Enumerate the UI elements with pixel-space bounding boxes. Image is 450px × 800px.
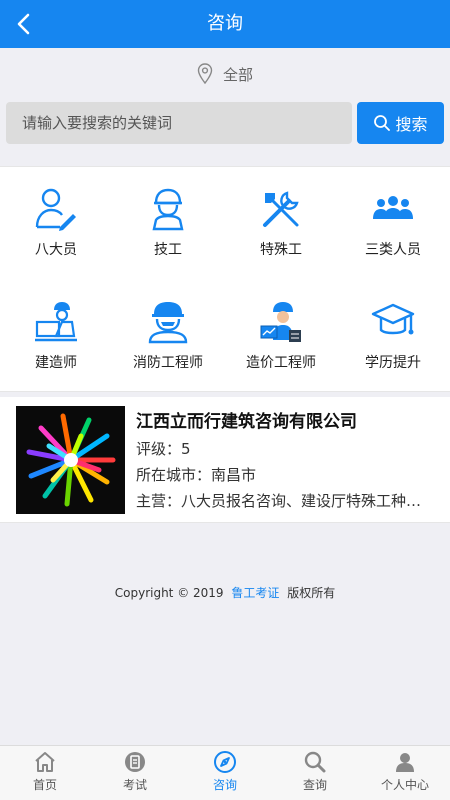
search-button-label: 搜索 xyxy=(395,115,428,134)
category-item[interactable]: 特殊工 xyxy=(225,167,337,267)
category-item[interactable]: 八大员 xyxy=(0,167,112,267)
company-business: 主营：八大员报名咨询、建设厅特殊工种… xyxy=(136,492,422,510)
company-card[interactable]: 江西立而行建筑咨询有限公司 评级：5 所在城市：南昌市 主营：八大员报名咨询、建… xyxy=(0,397,450,523)
copyright: Copyright © 2019 鲁工考证 版权所有 xyxy=(0,584,450,601)
tab-consult[interactable]: 咨询 xyxy=(180,746,270,800)
category-label: 造价工程师 xyxy=(246,355,316,371)
graduation-cap-icon xyxy=(371,303,415,335)
category-label: 建造师 xyxy=(35,355,77,371)
home-icon xyxy=(35,752,55,772)
category-label: 技工 xyxy=(154,242,182,258)
category-item[interactable]: 造价工程师 xyxy=(225,280,337,380)
person-pen-icon xyxy=(35,188,76,231)
builder-desk-icon xyxy=(35,302,77,342)
search-icon xyxy=(304,751,326,773)
compass-icon xyxy=(214,751,236,773)
category-label: 八大员 xyxy=(35,242,77,258)
location-label: 全部 xyxy=(222,65,253,84)
search-button[interactable]: 搜索 xyxy=(357,102,444,144)
cost-engineer-icon xyxy=(260,302,301,342)
category-item[interactable]: 三类人员 xyxy=(337,167,449,267)
group-icon xyxy=(373,196,413,219)
tab-label: 咨询 xyxy=(212,778,237,792)
tab-home[interactable]: 首页 xyxy=(0,746,90,800)
category-item[interactable]: 建造师 xyxy=(0,280,112,380)
category-label: 消防工程师 xyxy=(133,355,203,371)
category-label: 特殊工 xyxy=(260,242,302,258)
tab-label: 个人中心 xyxy=(380,778,429,792)
tab-profile[interactable]: 个人中心 xyxy=(360,746,450,800)
tab-query[interactable]: 查询 xyxy=(270,746,360,800)
category-item[interactable]: 技工 xyxy=(112,167,224,267)
page-title: 咨询 xyxy=(207,13,243,34)
user-icon xyxy=(396,753,414,772)
search-icon xyxy=(374,115,391,131)
search-input[interactable] xyxy=(6,102,352,144)
category-item[interactable]: 学历提升 xyxy=(337,280,449,380)
copyright-prefix: Copyright © 2019 xyxy=(114,586,224,600)
copyright-suffix: 版权所有 xyxy=(287,586,336,600)
category-item[interactable]: 消防工程师 xyxy=(112,280,224,380)
tab-exam[interactable]: 考试 xyxy=(90,746,180,800)
tools-icon xyxy=(263,191,299,227)
tab-label: 首页 xyxy=(32,778,57,792)
worker-icon xyxy=(152,188,184,231)
exam-icon xyxy=(125,752,145,772)
copyright-brand-link[interactable]: 鲁工考证 xyxy=(231,586,279,600)
top-bar: 咨询 xyxy=(0,0,450,48)
company-rating: 评级：5 xyxy=(136,440,191,458)
fire-engineer-icon xyxy=(148,302,188,344)
location-pin-icon xyxy=(197,63,213,85)
location-selector[interactable]: 全部 xyxy=(0,56,450,92)
category-label: 三类人员 xyxy=(365,242,421,258)
tab-label: 查询 xyxy=(302,778,327,792)
company-city: 所在城市：南昌市 xyxy=(136,466,257,484)
category-grid: 八大员 技工 特殊工 三类人员 建造师 消防工程师 造价工程师 学历提升 xyxy=(0,166,450,392)
bottom-tab-bar: 首页 考试 咨询 查询 个人中心 xyxy=(0,745,450,800)
tab-label: 考试 xyxy=(122,778,147,792)
category-label: 学历提升 xyxy=(365,355,421,371)
company-name: 江西立而行建筑咨询有限公司 xyxy=(136,412,357,432)
company-thumbnail xyxy=(16,406,125,514)
